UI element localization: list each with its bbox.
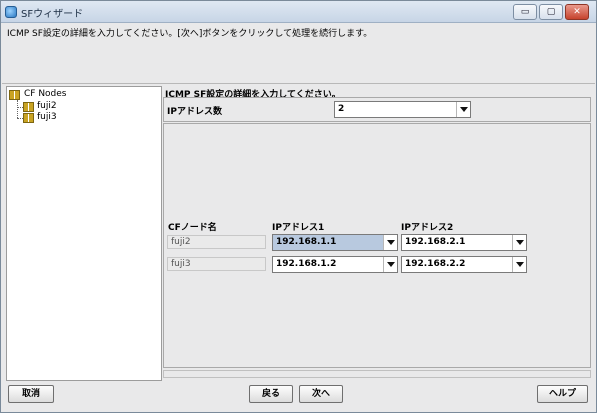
button-bar: 取消 戻る 次へ ヘルプ (2, 381, 595, 412)
cluster-icon (9, 90, 20, 100)
minimize-button[interactable]: ▭ (513, 4, 537, 20)
wizard-window: SFウィザード ▭ ▢ ✕ ICMP SF設定の詳細を入力してください。[次へ]… (0, 0, 597, 413)
column-header-ip1: IPアドレス1 (272, 223, 325, 233)
node-name-field: fuji2 (167, 235, 266, 249)
ip1-select-fuji2[interactable]: 192.168.1.1 (272, 234, 398, 251)
chevron-down-icon[interactable] (512, 257, 526, 272)
ip2-select-fuji3[interactable]: 192.168.2.2 (401, 256, 527, 273)
instruction-text: ICMP SF設定の詳細を入力してください。[次へ]ボタンをクリックして処理を続… (7, 29, 373, 39)
ip1-value: 192.168.1.1 (276, 237, 337, 247)
ip2-value: 192.168.2.2 (405, 259, 466, 269)
ip1-select-fuji3[interactable]: 192.168.1.2 (272, 256, 398, 273)
horizontal-scrollbar[interactable] (163, 370, 591, 378)
ip2-select-fuji2[interactable]: 192.168.2.1 (401, 234, 527, 251)
ip-count-value: 2 (338, 104, 345, 114)
window-title: SFウィザード (21, 9, 84, 20)
ip1-value: 192.168.1.2 (276, 259, 337, 269)
tree-item-label: fuji2 (37, 101, 57, 111)
title-bar[interactable]: SFウィザード ▭ ▢ ✕ (1, 1, 596, 23)
next-button[interactable]: 次へ (299, 385, 343, 403)
ip-count-select[interactable]: 2 (334, 101, 471, 118)
chevron-down-icon[interactable] (456, 102, 470, 117)
column-header-node: CFノード名 (168, 223, 217, 233)
tree-item-label: fuji3 (37, 112, 57, 122)
cancel-button[interactable]: 取消 (8, 385, 54, 403)
ip-count-label: IPアドレス数 (167, 107, 222, 117)
tree-connector (17, 100, 18, 118)
node-icon (23, 102, 34, 112)
settings-panel: ICMP SF設定の詳細を入力してください。 IPアドレス数 2 CFノード名 … (163, 86, 594, 381)
app-icon (5, 6, 17, 18)
node-name-field: fuji3 (167, 257, 266, 271)
ip-count-section: IPアドレス数 2 (163, 97, 591, 122)
help-button[interactable]: ヘルプ (537, 385, 588, 403)
maximize-button[interactable]: ▢ (539, 4, 563, 20)
ip-table-section: CFノード名 IPアドレス1 IPアドレス2 fuji2 192.168.1.1… (163, 123, 591, 368)
ip2-value: 192.168.2.1 (405, 237, 466, 247)
chevron-down-icon[interactable] (383, 257, 397, 272)
chevron-down-icon[interactable] (383, 235, 397, 250)
column-header-ip2: IPアドレス2 (401, 223, 454, 233)
instruction-area: ICMP SF設定の詳細を入力してください。[次へ]ボタンをクリックして処理を続… (2, 24, 595, 84)
node-icon (23, 113, 34, 123)
tree-root-label: CF Nodes (24, 89, 67, 99)
close-button[interactable]: ✕ (565, 4, 589, 20)
chevron-down-icon[interactable] (512, 235, 526, 250)
node-tree[interactable]: CF Nodes fuji2 fuji3 (6, 86, 162, 381)
back-button[interactable]: 戻る (249, 385, 293, 403)
